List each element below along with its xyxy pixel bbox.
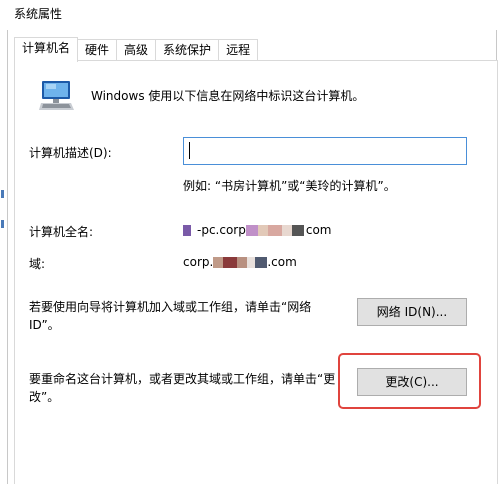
background-window-edge	[0, 30, 8, 484]
title-bar: 系统属性	[0, 0, 500, 30]
redacted-block	[255, 256, 268, 268]
full-name-suffix: com	[305, 223, 332, 237]
domain-prefix: corp.	[183, 255, 214, 269]
computer-icon	[39, 81, 74, 110]
domain-value: corp. .com	[183, 255, 297, 269]
network-id-button[interactable]: 网络 ID(N)...	[357, 298, 467, 326]
redacted-block	[183, 224, 191, 236]
tab-computer-name[interactable]: 计算机名	[14, 37, 79, 62]
description-label: 计算机描述(D):	[29, 146, 112, 160]
background-marker	[1, 220, 4, 228]
redacted-block	[257, 224, 268, 236]
tab-remote[interactable]: 远程	[218, 39, 259, 61]
redacted-block	[267, 224, 282, 236]
full-name-label: 计算机全名:	[29, 225, 94, 239]
tab-strip: 计算机名 硬件 高级 系统保护 远程	[14, 37, 259, 62]
tab-system-protection[interactable]: 系统保护	[155, 39, 220, 61]
tab-hardware[interactable]: 硬件	[77, 39, 118, 61]
text-caret	[189, 142, 190, 159]
redacted-block	[245, 224, 258, 236]
background-marker	[1, 190, 4, 198]
intro-text: Windows 使用以下信息在网络中标识这台计算机。	[91, 89, 365, 103]
network-id-instructions: 若要使用向导将计算机加入域或工作组，请单击“网络 ID”。	[29, 300, 312, 332]
tab-advanced[interactable]: 高级	[116, 39, 157, 61]
redacted-block	[213, 256, 224, 268]
window-title: 系统属性	[14, 7, 63, 21]
rename-instructions: 要重命名这台计算机，或者更改其域或工作组，请单击“更改”。	[29, 372, 336, 404]
change-button[interactable]: 更改(C)...	[357, 368, 467, 396]
domain-suffix: .com	[267, 255, 297, 269]
redacted-block	[237, 256, 248, 268]
domain-label: 域:	[29, 257, 46, 271]
computer-description-input[interactable]	[183, 137, 467, 165]
description-example: 例如: “书房计算机”或“美玲的计算机”。	[183, 179, 396, 193]
redacted-block	[223, 256, 238, 268]
full-name-value: -pc.corp com	[183, 223, 332, 237]
redacted-block	[281, 224, 292, 236]
full-name-prefix: -pc.corp	[197, 223, 246, 237]
redacted-block	[291, 224, 304, 236]
redacted-block	[247, 256, 256, 268]
computer-name-panel: Windows 使用以下信息在网络中标识这台计算机。 计算机描述(D): 例如:…	[14, 60, 498, 484]
